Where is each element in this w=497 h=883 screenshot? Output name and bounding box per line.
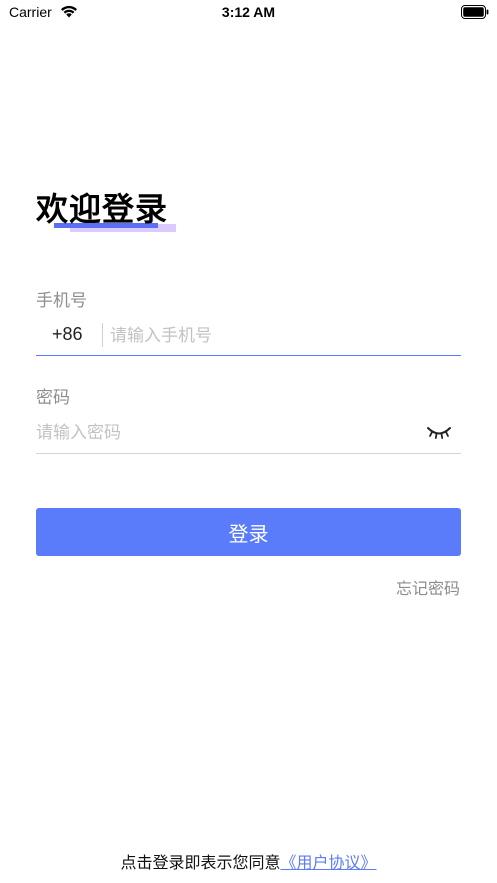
clock: 3:12 AM <box>221 4 276 20</box>
user-agreement-link[interactable]: 《用户协议》 <box>281 853 377 872</box>
agreement-prefix: 点击登录即表示您同意 <box>120 853 281 872</box>
eye-closed-icon[interactable] <box>425 422 453 442</box>
battery-icon <box>461 5 489 19</box>
phone-input[interactable] <box>110 323 440 349</box>
password-underline <box>36 453 461 454</box>
password-field <box>36 414 461 454</box>
password-label: 密码 <box>36 388 70 408</box>
page-title: 欢迎登录 <box>36 190 169 228</box>
agreement-text: 点击登录即表示您同意《用户协议》 <box>0 849 497 873</box>
forgot-password-link[interactable]: 忘记密码 <box>360 575 460 599</box>
status-bar: Carrier 3:12 AM <box>0 0 497 26</box>
welcome-header: 欢迎登录 <box>36 187 196 239</box>
phone-field: +86 <box>36 318 461 356</box>
country-code-divider <box>102 323 103 347</box>
country-code[interactable]: +86 <box>52 324 83 345</box>
phone-label: 手机号 <box>36 291 87 311</box>
password-input[interactable] <box>36 420 406 446</box>
phone-underline <box>36 355 461 356</box>
login-button[interactable]: 登录 <box>36 508 461 556</box>
